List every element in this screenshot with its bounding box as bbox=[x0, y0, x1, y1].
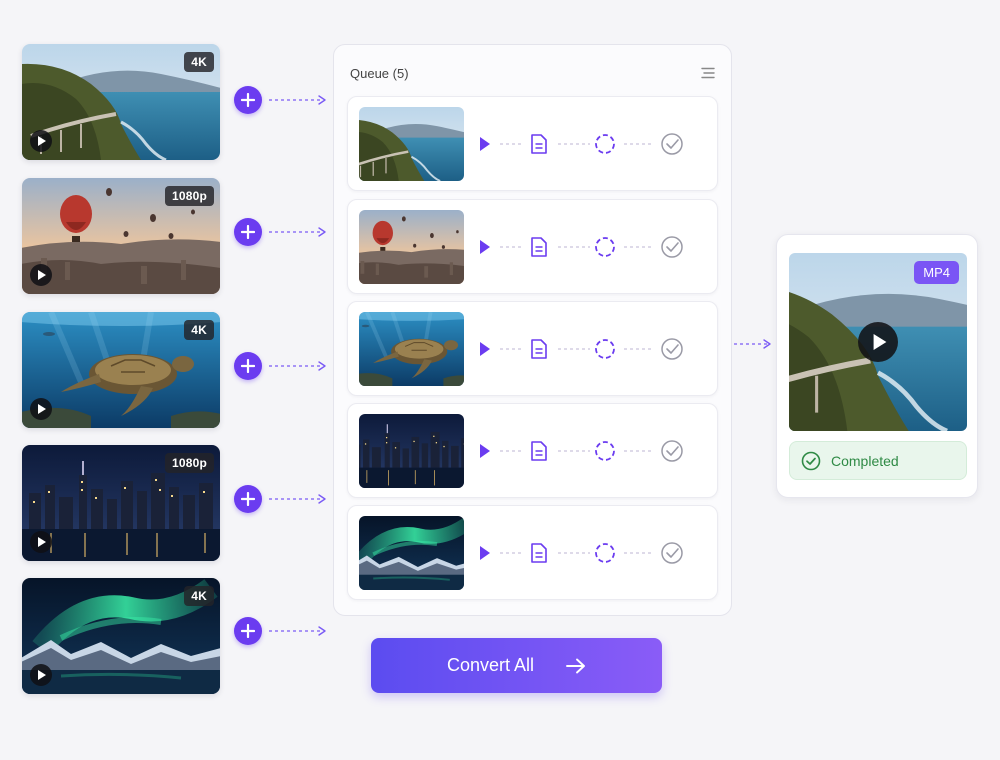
resolution-badge: 1080p bbox=[164, 453, 214, 473]
balloon-icon bbox=[359, 210, 464, 284]
play-icon bbox=[37, 404, 47, 414]
convert-all-label: Convert All bbox=[446, 655, 535, 675]
conversion-steps-icon bbox=[478, 439, 688, 463]
play-button[interactable] bbox=[30, 398, 52, 420]
source-video-card[interactable]: 4K bbox=[22, 312, 220, 428]
play-button[interactable] bbox=[30, 130, 52, 152]
plus-icon bbox=[241, 624, 255, 638]
list-menu-icon[interactable] bbox=[701, 67, 715, 79]
conversion-steps-icon bbox=[478, 132, 688, 156]
add-to-queue-button[interactable] bbox=[234, 485, 262, 513]
check-circle-icon bbox=[801, 451, 821, 470]
resolution-badge: 4K bbox=[184, 586, 214, 606]
queue-item[interactable] bbox=[347, 301, 718, 396]
source-video-card[interactable]: 4K bbox=[22, 578, 220, 694]
play-icon bbox=[872, 334, 888, 350]
resolution-badge: 4K bbox=[184, 52, 214, 72]
queue-thumbnail bbox=[359, 516, 464, 590]
status-badge: Completed bbox=[789, 441, 967, 480]
turtle-icon bbox=[359, 312, 464, 386]
source-video-card[interactable]: 4K bbox=[22, 44, 220, 160]
status-label: Completed bbox=[831, 452, 899, 469]
plus-icon bbox=[241, 93, 255, 107]
convert-all-button[interactable]: Convert All bbox=[371, 638, 662, 693]
dashed-arrow-icon bbox=[269, 94, 329, 106]
format-badge: MP4 bbox=[914, 261, 959, 284]
play-button[interactable] bbox=[30, 664, 52, 686]
add-to-queue-button[interactable] bbox=[234, 218, 262, 246]
play-icon bbox=[37, 136, 47, 146]
queue-item[interactable] bbox=[347, 199, 718, 294]
add-to-queue-button[interactable] bbox=[234, 86, 262, 114]
output-card: MP4 Completed bbox=[776, 234, 978, 498]
queue-item[interactable] bbox=[347, 96, 718, 191]
play-button[interactable] bbox=[30, 264, 52, 286]
source-video-card[interactable]: 1080p bbox=[22, 445, 220, 561]
city-icon bbox=[359, 414, 464, 488]
play-button[interactable] bbox=[30, 531, 52, 553]
plus-icon bbox=[241, 492, 255, 506]
queue-panel: Queue (5) bbox=[333, 44, 732, 616]
queue-thumbnail bbox=[359, 312, 464, 386]
coast-icon bbox=[359, 107, 464, 181]
add-to-queue-button[interactable] bbox=[234, 352, 262, 380]
add-to-queue-button[interactable] bbox=[234, 617, 262, 645]
queue-item[interactable] bbox=[347, 403, 718, 498]
resolution-badge: 4K bbox=[184, 320, 214, 340]
play-button[interactable] bbox=[858, 322, 898, 362]
conversion-steps-icon bbox=[478, 541, 688, 565]
play-icon bbox=[37, 670, 47, 680]
aurora-icon bbox=[359, 516, 464, 590]
dashed-arrow-icon bbox=[269, 360, 329, 372]
output-thumbnail[interactable]: MP4 bbox=[789, 253, 967, 431]
queue-thumbnail bbox=[359, 107, 464, 181]
conversion-steps-icon bbox=[478, 235, 688, 259]
resolution-badge: 1080p bbox=[164, 186, 214, 206]
conversion-steps-icon bbox=[478, 337, 688, 361]
dashed-arrow-icon bbox=[269, 226, 329, 238]
arrow-right-icon bbox=[566, 658, 585, 673]
queue-title: Queue (5) bbox=[350, 66, 409, 81]
source-video-card[interactable]: 1080p bbox=[22, 178, 220, 294]
dashed-arrow-icon bbox=[269, 493, 329, 505]
dashed-arrow-icon bbox=[734, 339, 771, 349]
queue-item[interactable] bbox=[347, 505, 718, 600]
play-icon bbox=[37, 270, 47, 280]
plus-icon bbox=[241, 225, 255, 239]
queue-thumbnail bbox=[359, 210, 464, 284]
play-icon bbox=[37, 537, 47, 547]
queue-thumbnail bbox=[359, 414, 464, 488]
plus-icon bbox=[241, 359, 255, 373]
dashed-arrow-icon bbox=[269, 625, 329, 637]
